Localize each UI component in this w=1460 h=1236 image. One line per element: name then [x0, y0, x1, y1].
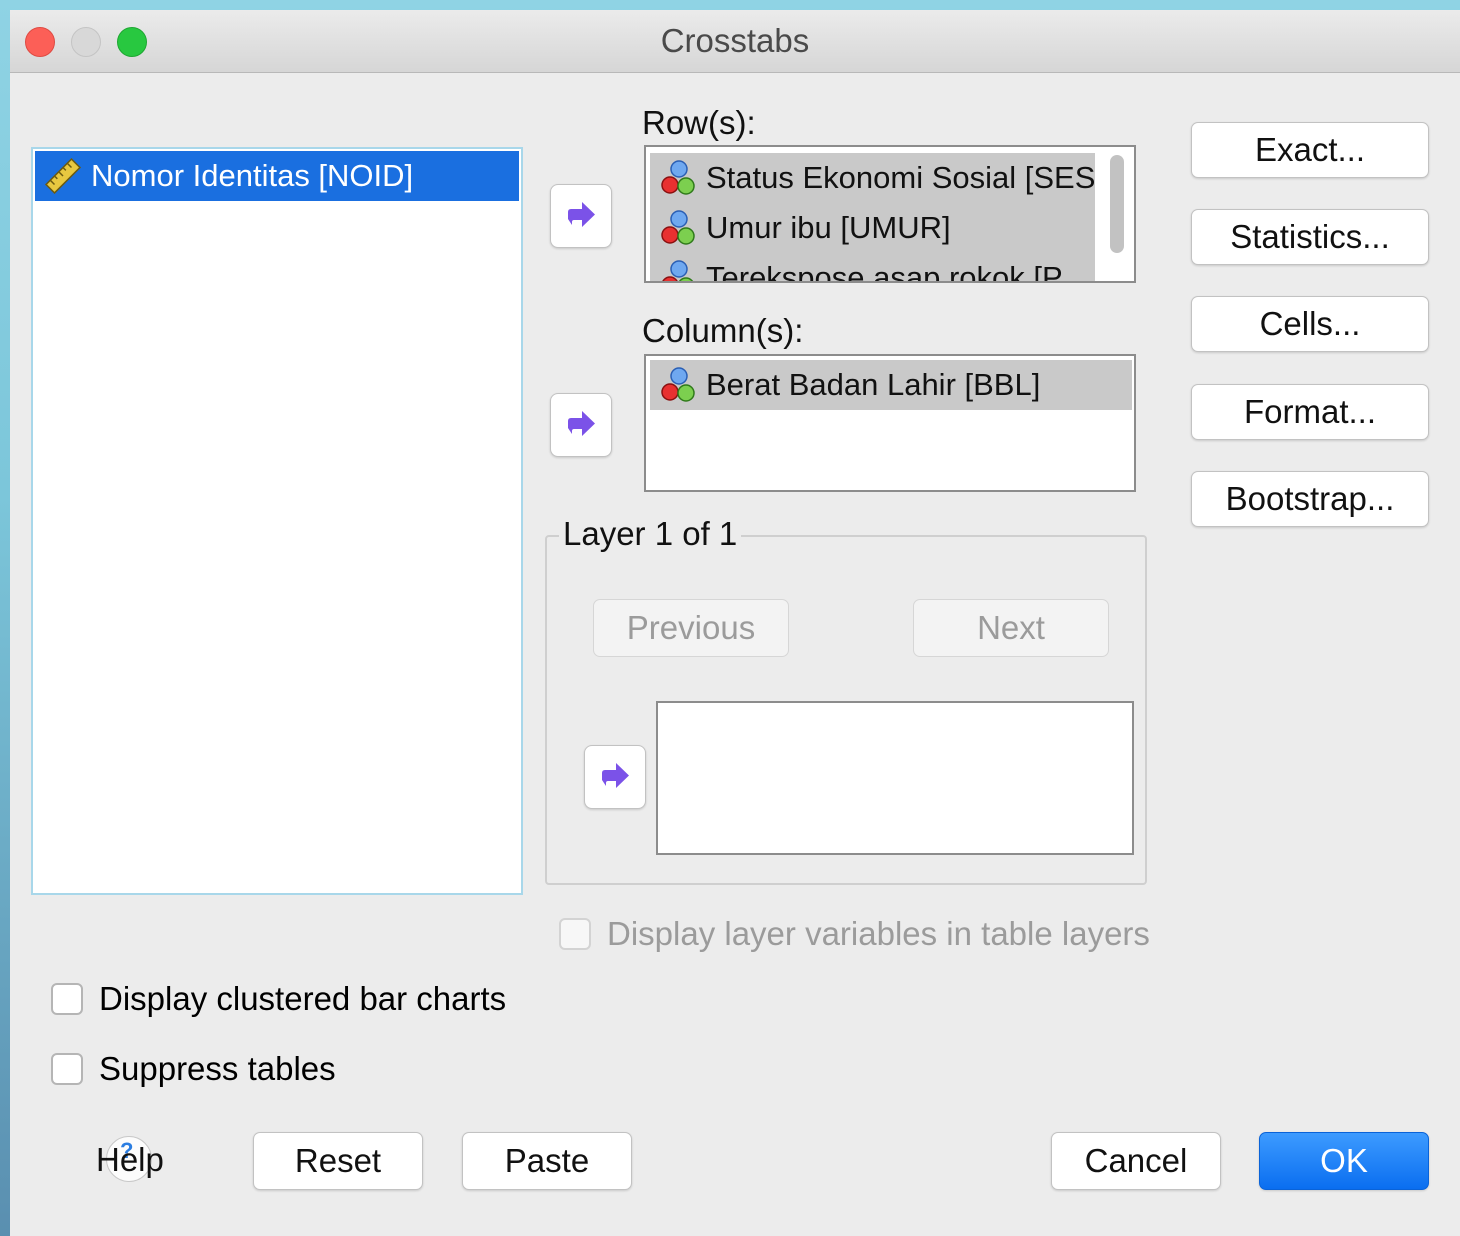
- format-button[interactable]: Format...: [1191, 384, 1429, 440]
- columns-variable-label: Berat Badan Lahir [BBL]: [706, 367, 1041, 402]
- layer-legend: Layer 1 of 1: [559, 515, 742, 553]
- reset-button[interactable]: Reset: [253, 1132, 423, 1190]
- rows-variable-label: Status Ekonomi Sosial [SES]: [706, 160, 1095, 195]
- bootstrap-button[interactable]: Bootstrap...: [1191, 471, 1429, 527]
- display-layer-variables-label: Display layer variables in table layers: [607, 915, 1150, 952]
- rows-target-list[interactable]: Status Ekonomi Sosial [SES] Umur ibu [UM…: [644, 145, 1136, 283]
- rows-variable-label: Terekspose asap rokok [P: [706, 260, 1063, 283]
- clustered-bar-charts-checkbox[interactable]: [51, 983, 83, 1015]
- move-to-layer-button[interactable]: [584, 745, 646, 809]
- ruler-icon: [44, 157, 82, 195]
- ok-button[interactable]: OK: [1259, 1132, 1429, 1190]
- paste-button[interactable]: Paste: [462, 1132, 632, 1190]
- nominal-variable-icon: [661, 367, 695, 402]
- suppress-tables-checkbox[interactable]: [51, 1053, 83, 1085]
- display-layer-variables-option[interactable]: Display layer variables in table layers: [559, 915, 1150, 953]
- layer-group: Layer 1 of 1 Previous Next: [545, 515, 1147, 885]
- rows-variable-item[interactable]: Terekspose asap rokok [P: [650, 253, 1095, 283]
- columns-label: Column(s):: [642, 312, 804, 349]
- columns-target-list[interactable]: Berat Badan Lahir [BBL]: [644, 354, 1136, 492]
- window-title: Crosstabs: [660, 22, 810, 59]
- rows-variable-item[interactable]: Status Ekonomi Sosial [SES]: [650, 153, 1095, 203]
- columns-variable-item[interactable]: Berat Badan Lahir [BBL]: [650, 360, 1132, 410]
- source-variable-label: Nomor Identitas [NOID]: [91, 158, 414, 193]
- source-variable-list[interactable]: Nomor Identitas [NOID]: [31, 147, 523, 895]
- statistics-button[interactable]: Statistics...: [1191, 209, 1429, 265]
- suppress-tables-label: Suppress tables: [99, 1050, 336, 1087]
- exact-button[interactable]: Exact...: [1191, 122, 1429, 178]
- source-variable-item[interactable]: Nomor Identitas [NOID]: [35, 151, 519, 201]
- clustered-bar-charts-option[interactable]: Display clustered bar charts: [51, 980, 506, 1018]
- move-to-columns-button[interactable]: [550, 393, 612, 457]
- cancel-button[interactable]: Cancel: [1051, 1132, 1221, 1190]
- right-arrow-icon: [568, 202, 595, 227]
- crosstabs-dialog: Crosstabs Nomor Identitas [NOID] Row(s):: [10, 10, 1460, 1236]
- next-layer-button[interactable]: Next: [913, 599, 1109, 657]
- clustered-bar-charts-label: Display clustered bar charts: [99, 980, 507, 1017]
- rows-scrollbar[interactable]: [1110, 155, 1124, 253]
- help-label: Help: [96, 1141, 164, 1178]
- nominal-variable-icon: [662, 260, 694, 281]
- display-layer-variables-checkbox[interactable]: [559, 918, 591, 950]
- previous-layer-button[interactable]: Previous: [593, 599, 789, 657]
- nominal-variable-icon: [661, 160, 695, 195]
- title-bar: Crosstabs: [10, 10, 1460, 73]
- cells-button[interactable]: Cells...: [1191, 296, 1429, 352]
- rows-variable-item[interactable]: Umur ibu [UMUR]: [650, 203, 1095, 253]
- rows-label: Row(s):: [642, 104, 756, 141]
- rows-variable-label: Umur ibu [UMUR]: [706, 210, 951, 245]
- right-arrow-icon: [568, 411, 595, 436]
- nominal-variable-icon: [661, 210, 695, 245]
- right-arrow-icon: [602, 763, 629, 788]
- layer-target-list[interactable]: [656, 701, 1134, 855]
- move-to-rows-button[interactable]: [550, 184, 612, 248]
- suppress-tables-option[interactable]: Suppress tables: [51, 1050, 336, 1088]
